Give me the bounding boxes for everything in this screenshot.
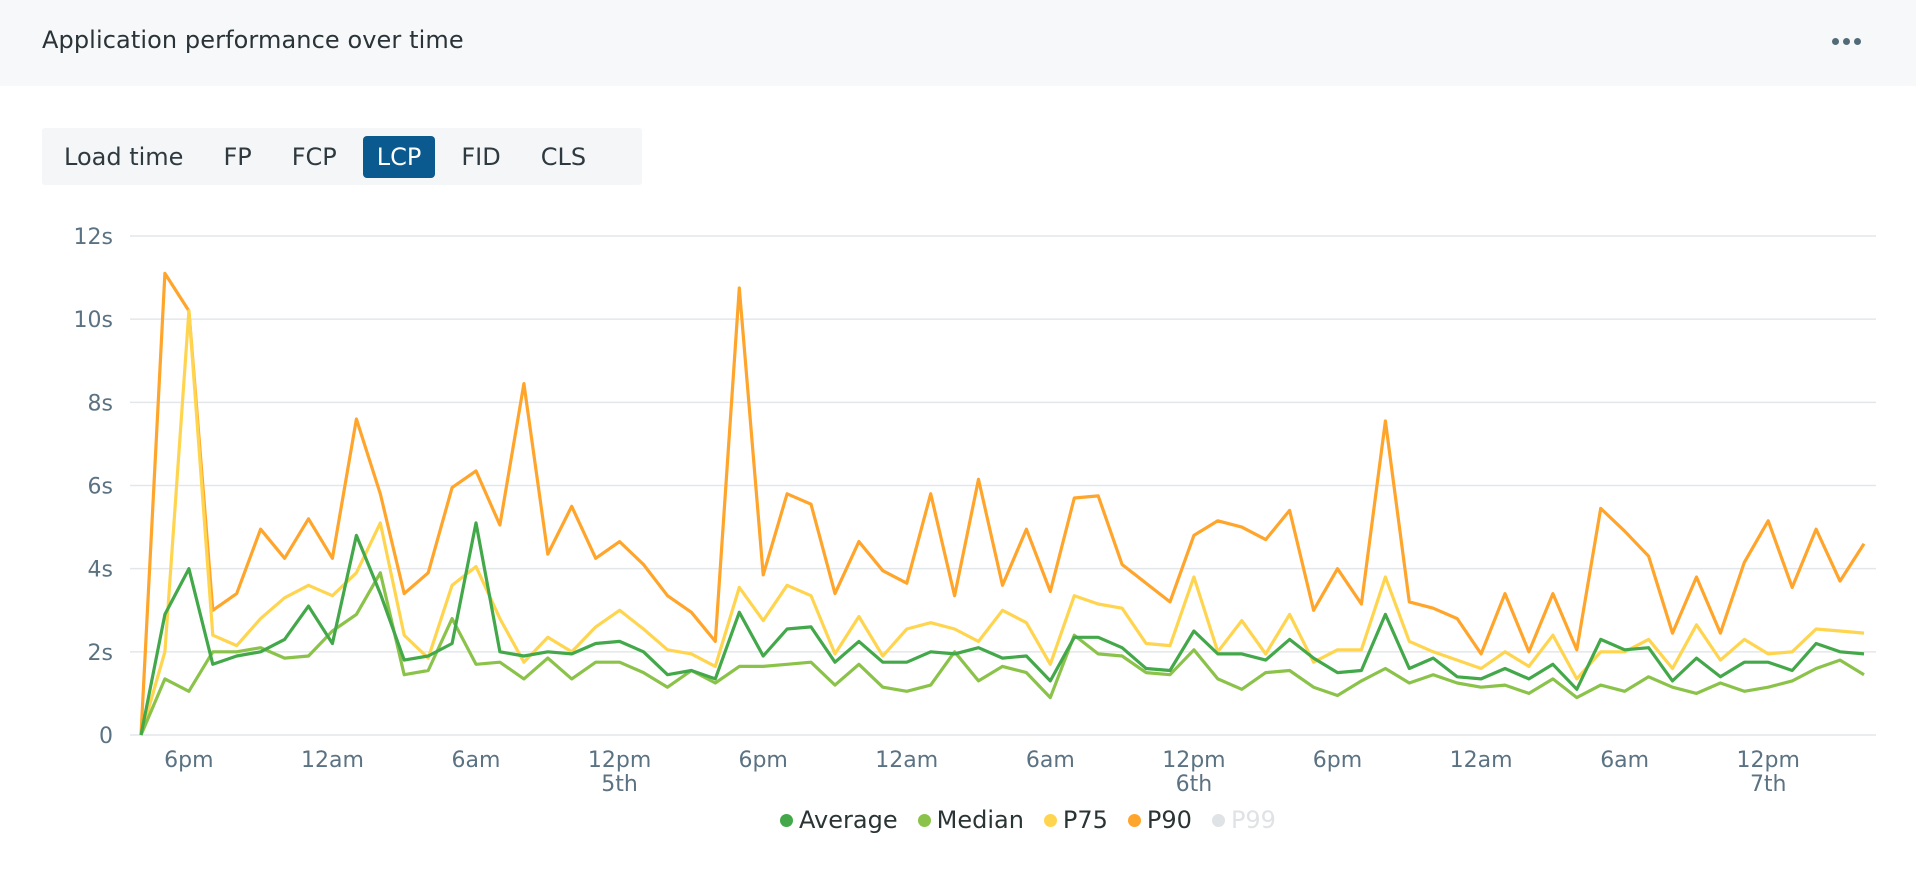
grid-lines bbox=[130, 235, 1876, 736]
more-horizontal-icon-dot bbox=[1853, 37, 1861, 45]
x-axis: 6pm 12am 6am 12pm5th6pm 12am 6am 12pm6th6pm 12a… bbox=[164, 748, 1800, 797]
y-tick-label: 8s bbox=[88, 391, 113, 416]
legend-item-p75[interactable]: P75 bbox=[1043, 806, 1108, 834]
series-line-median bbox=[139, 571, 1865, 736]
legend-item-average[interactable]: Average bbox=[780, 806, 898, 834]
tab-lcp[interactable]: LCP bbox=[362, 135, 436, 178]
x-tick-sublabel: 5th bbox=[601, 772, 638, 797]
legend-item-p99[interactable]: P99 bbox=[1211, 806, 1276, 834]
y-tick-label: 10s bbox=[74, 308, 113, 333]
x-tick-label: 6am bbox=[452, 748, 501, 773]
x-tick-label: 12pm bbox=[588, 748, 651, 773]
legend-label: Average bbox=[799, 806, 898, 834]
x-tick-label: 6pm bbox=[164, 748, 213, 773]
x-tick-label: 12am bbox=[301, 748, 364, 773]
legend-dot-icon bbox=[1127, 813, 1141, 827]
x-tick-sublabel: 7th bbox=[1750, 772, 1787, 797]
x-tick-label: 12pm bbox=[1737, 748, 1800, 773]
tab-cls[interactable]: CLS bbox=[527, 136, 600, 178]
x-tick-label: 12pm bbox=[1162, 748, 1225, 773]
x-tick-label: 6am bbox=[1026, 748, 1075, 773]
y-tick-label: 6s bbox=[88, 475, 113, 500]
tab-fp[interactable]: FP bbox=[209, 136, 265, 178]
x-tick-label: 6am bbox=[1600, 748, 1649, 773]
tab-fcp[interactable]: FCP bbox=[278, 136, 351, 178]
x-tick-label: 12am bbox=[875, 748, 938, 773]
y-tick-label: 2s bbox=[88, 641, 113, 666]
chart-legend: Average Median P75 P90 P99 bbox=[0, 806, 1916, 834]
series-line-average bbox=[139, 521, 1865, 736]
tab-fid[interactable]: FID bbox=[447, 136, 514, 178]
legend-label: Median bbox=[936, 806, 1024, 834]
y-tick-label: 4s bbox=[88, 558, 113, 583]
legend-label: P75 bbox=[1062, 806, 1108, 834]
x-tick-sublabel: 6th bbox=[1176, 772, 1213, 797]
y-tick-label: 12s bbox=[74, 225, 113, 250]
legend-dot-icon bbox=[780, 813, 794, 827]
more-horizontal-icon bbox=[1831, 37, 1839, 45]
x-tick-label: 6pm bbox=[738, 748, 787, 773]
legend-dot-icon bbox=[917, 813, 931, 827]
panel-title: Application performance over time bbox=[42, 26, 464, 54]
panel-header: Application performance over time bbox=[0, 0, 1916, 86]
performance-line-chart: 02s4s6s8s10s12s 6pm 12am 6am 12pm5th6pm 12am… bbox=[74, 225, 1876, 797]
x-tick-label: 6pm bbox=[1313, 748, 1362, 773]
legend-item-p90[interactable]: P90 bbox=[1127, 806, 1192, 834]
y-tick-label: 0 bbox=[99, 724, 113, 749]
metric-tab-bar: Load time FP FCP LCP FID CLS bbox=[42, 128, 642, 185]
y-axis: 0 2s 4s 6s 8s 10s 12s bbox=[74, 225, 113, 749]
legend-dot-icon bbox=[1211, 813, 1225, 827]
legend-label: P90 bbox=[1146, 806, 1192, 834]
more-options-button[interactable] bbox=[1828, 30, 1864, 52]
legend-label: P99 bbox=[1230, 806, 1276, 834]
more-horizontal-icon-dot bbox=[1842, 37, 1850, 45]
tab-load-time[interactable]: Load time bbox=[50, 136, 197, 178]
series-line-p75 bbox=[139, 309, 1865, 736]
legend-dot-icon bbox=[1043, 813, 1057, 827]
x-tick-label: 12am bbox=[1450, 748, 1513, 773]
legend-item-median[interactable]: Median bbox=[917, 806, 1024, 834]
series-lines bbox=[139, 271, 1866, 736]
